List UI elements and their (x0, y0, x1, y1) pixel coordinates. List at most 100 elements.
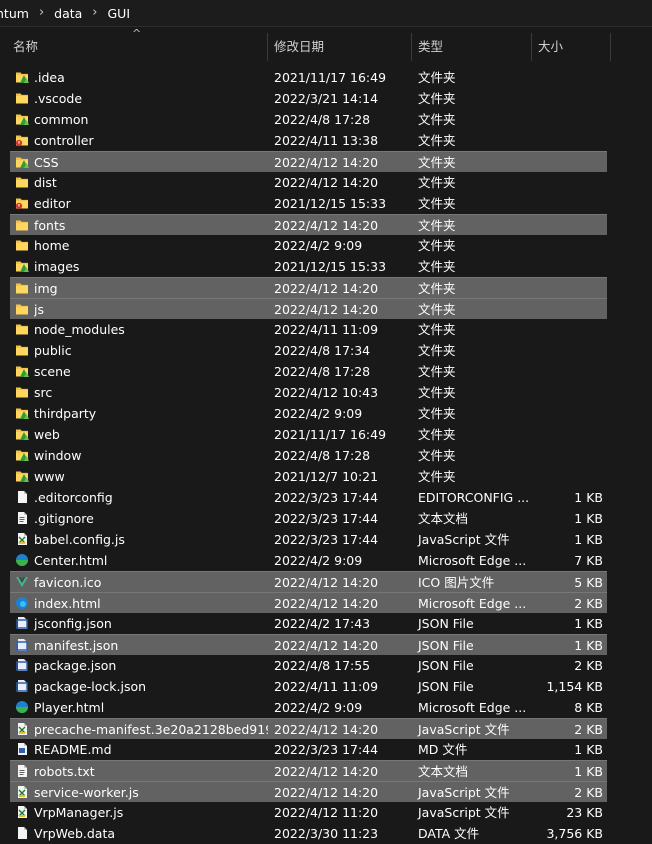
file-row[interactable]: index.html 2022/4/12 14:20 Microsoft Edge … (10, 592, 607, 613)
file-row[interactable]: js 2022/4/12 14:20 文件夹 (10, 298, 607, 319)
file-row[interactable]: CSS 2022/4/12 14:20 文件夹 (10, 151, 607, 172)
chevron-right-icon[interactable]: › (92, 5, 97, 20)
file-row[interactable]: controller 2022/4/11 13:38 文件夹 (10, 130, 607, 151)
file-row[interactable]: VrpWeb.data 2022/3/30 11:23 DATA 文件 3,756 K… (10, 823, 607, 844)
column-divider[interactable] (267, 33, 268, 61)
column-header-size[interactable]: 大小 (538, 33, 563, 61)
file-row[interactable]: .editorconfig 2022/3/23 17:44 EDITORCONFIG… (10, 487, 607, 508)
file-row[interactable]: manifest.json 2022/4/12 14:20 JSON File 1 K… (10, 634, 607, 655)
file-row[interactable]: package.json 2022/4/8 17:55 JSON File 2 KB (10, 655, 607, 676)
file-date: 2022/4/12 14:20 (274, 155, 379, 170)
file-row[interactable]: .gitignore 2022/3/23 17:44 文本文档 1 KB (10, 508, 607, 529)
file-row[interactable]: dist 2022/4/12 14:20 文件夹 (10, 172, 607, 193)
file-row[interactable]: package-lock.json 2022/4/11 11:09 JSON Fil… (10, 676, 607, 697)
file-type: 文件夹 (418, 91, 456, 106)
file-row[interactable]: www 2021/12/7 10:21 文件夹 (10, 466, 607, 487)
file-size: 2 KB (574, 596, 603, 611)
breadcrumb-item[interactable]: ntum (0, 6, 29, 21)
javascript-file-icon (18, 786, 27, 798)
breadcrumb-item[interactable]: data (54, 6, 82, 21)
file-date: 2022/4/12 14:20 (274, 175, 379, 190)
file-row[interactable]: VrpManager.js 2022/4/12 11:20 JavaScript 文… (10, 802, 607, 823)
chevron-right-icon[interactable]: › (39, 5, 44, 20)
column-divider[interactable] (531, 33, 532, 61)
json-file-icon (16, 659, 28, 671)
file-row[interactable]: window 2022/4/8 17:28 文件夹 (10, 445, 607, 466)
edge-html-icon (16, 701, 28, 713)
file-type: 文件夹 (418, 133, 456, 148)
file-type: 文件夹 (418, 175, 456, 190)
column-divider[interactable] (610, 33, 611, 61)
file-name: window (34, 448, 82, 463)
file-date: 2022/3/23 17:44 (274, 742, 379, 757)
file-name: robots.txt (34, 764, 95, 779)
file-row[interactable]: src 2022/4/12 10:43 文件夹 (10, 382, 607, 403)
file-type: JavaScript 文件 (418, 722, 510, 737)
file-date: 2021/11/17 16:49 (274, 70, 387, 85)
file-size: 1 KB (574, 490, 603, 505)
file-row[interactable]: README.md 2022/3/23 17:44 MD 文件 1 KB (10, 739, 607, 760)
file-type: 文件夹 (418, 343, 456, 358)
file-row[interactable]: Center.html 2022/4/2 9:09 Microsoft Edge .… (10, 550, 607, 571)
column-header-name[interactable]: 名称 (13, 33, 38, 61)
file-row[interactable]: jsconfig.json 2022/4/2 17:43 JSON File 1 KB (10, 613, 607, 634)
file-date: 2022/3/30 11:23 (274, 826, 379, 841)
file-date: 2022/4/11 11:09 (274, 322, 379, 337)
file-row[interactable]: .idea 2021/11/17 16:49 文件夹 (10, 67, 607, 88)
file-size: 1 KB (574, 511, 603, 526)
file-row[interactable]: thirdparty 2022/4/2 9:09 文件夹 (10, 403, 607, 424)
markdown-file-icon (18, 743, 27, 755)
file-row[interactable]: public 2022/4/8 17:34 文件夹 (10, 340, 607, 361)
file-row[interactable]: fonts 2022/4/12 14:20 文件夹 (10, 214, 607, 235)
file-row[interactable]: scene 2022/4/8 17:28 文件夹 (10, 361, 607, 382)
file-row[interactable]: Player.html 2022/4/2 9:09 Microsoft Edge .… (10, 697, 607, 718)
file-name: web (34, 427, 60, 442)
file-row[interactable]: img 2022/4/12 14:20 文件夹 (10, 277, 607, 298)
file-date: 2022/4/11 11:09 (274, 679, 379, 694)
file-type: JSON File (418, 638, 474, 653)
edge-html-icon (16, 597, 28, 609)
file-name: Center.html (34, 553, 108, 568)
file-date: 2022/4/8 17:28 (274, 364, 371, 379)
folder-icon (16, 177, 28, 188)
file-type: 文件夹 (418, 218, 456, 233)
file-row[interactable]: images 2021/12/15 15:33 文件夹 (10, 256, 607, 277)
folder-icon (16, 450, 29, 461)
file-row[interactable]: editor 2021/12/15 15:33 文件夹 (10, 193, 607, 214)
file-name: VrpWeb.data (34, 826, 116, 841)
file-row[interactable]: common 2022/4/8 17:28 文件夹 (10, 109, 607, 130)
file-row[interactable]: .vscode 2022/3/21 14:14 文件夹 (10, 88, 607, 109)
file-type: 文件夹 (418, 385, 456, 400)
file-name: Player.html (34, 700, 105, 715)
file-type: JSON File (418, 616, 474, 631)
file-name: manifest.json (34, 638, 119, 653)
vue-logo-icon (16, 577, 28, 587)
column-header-date[interactable]: 修改日期 (274, 33, 324, 61)
file-row[interactable]: babel.config.js 2022/3/23 17:44 JavaScript… (10, 529, 607, 550)
file-row[interactable]: service-worker.js 2022/4/12 14:20 JavaScri… (10, 781, 607, 802)
file-row[interactable]: web 2021/11/17 16:49 文件夹 (10, 424, 607, 445)
file-type: ICO 图片文件 (418, 575, 495, 590)
folder-icon (16, 345, 28, 356)
folder-icon (16, 114, 29, 125)
file-name: www (34, 469, 65, 484)
text-file-icon (18, 765, 27, 777)
file-row[interactable]: node_modules 2022/4/11 11:09 文件夹 (10, 319, 607, 340)
file-date: 2022/4/8 17:55 (274, 658, 371, 673)
file-row[interactable]: home 2022/4/2 9:09 文件夹 (10, 235, 607, 256)
file-date: 2022/4/12 14:20 (274, 302, 379, 317)
file-type: 文件夹 (418, 322, 456, 337)
file-date: 2022/4/12 14:20 (274, 281, 379, 296)
file-date: 2022/4/12 14:20 (274, 638, 379, 653)
folder-icon (16, 366, 29, 377)
breadcrumb-item[interactable]: GUI (108, 6, 131, 21)
column-divider[interactable] (411, 33, 412, 61)
json-file-icon (16, 617, 28, 629)
file-row[interactable]: precache-manifest.3e20a2128bed919... 2022… (10, 718, 607, 739)
folder-icon (16, 471, 29, 482)
file-type: JSON File (418, 658, 474, 673)
column-header-type[interactable]: 类型 (418, 33, 443, 61)
file-row[interactable]: robots.txt 2022/4/12 14:20 文本文档 1 KB (10, 760, 607, 781)
file-row[interactable]: favicon.ico 2022/4/12 14:20 ICO 图片文件 5 KB (10, 571, 607, 592)
file-type: 文件夹 (418, 259, 456, 274)
